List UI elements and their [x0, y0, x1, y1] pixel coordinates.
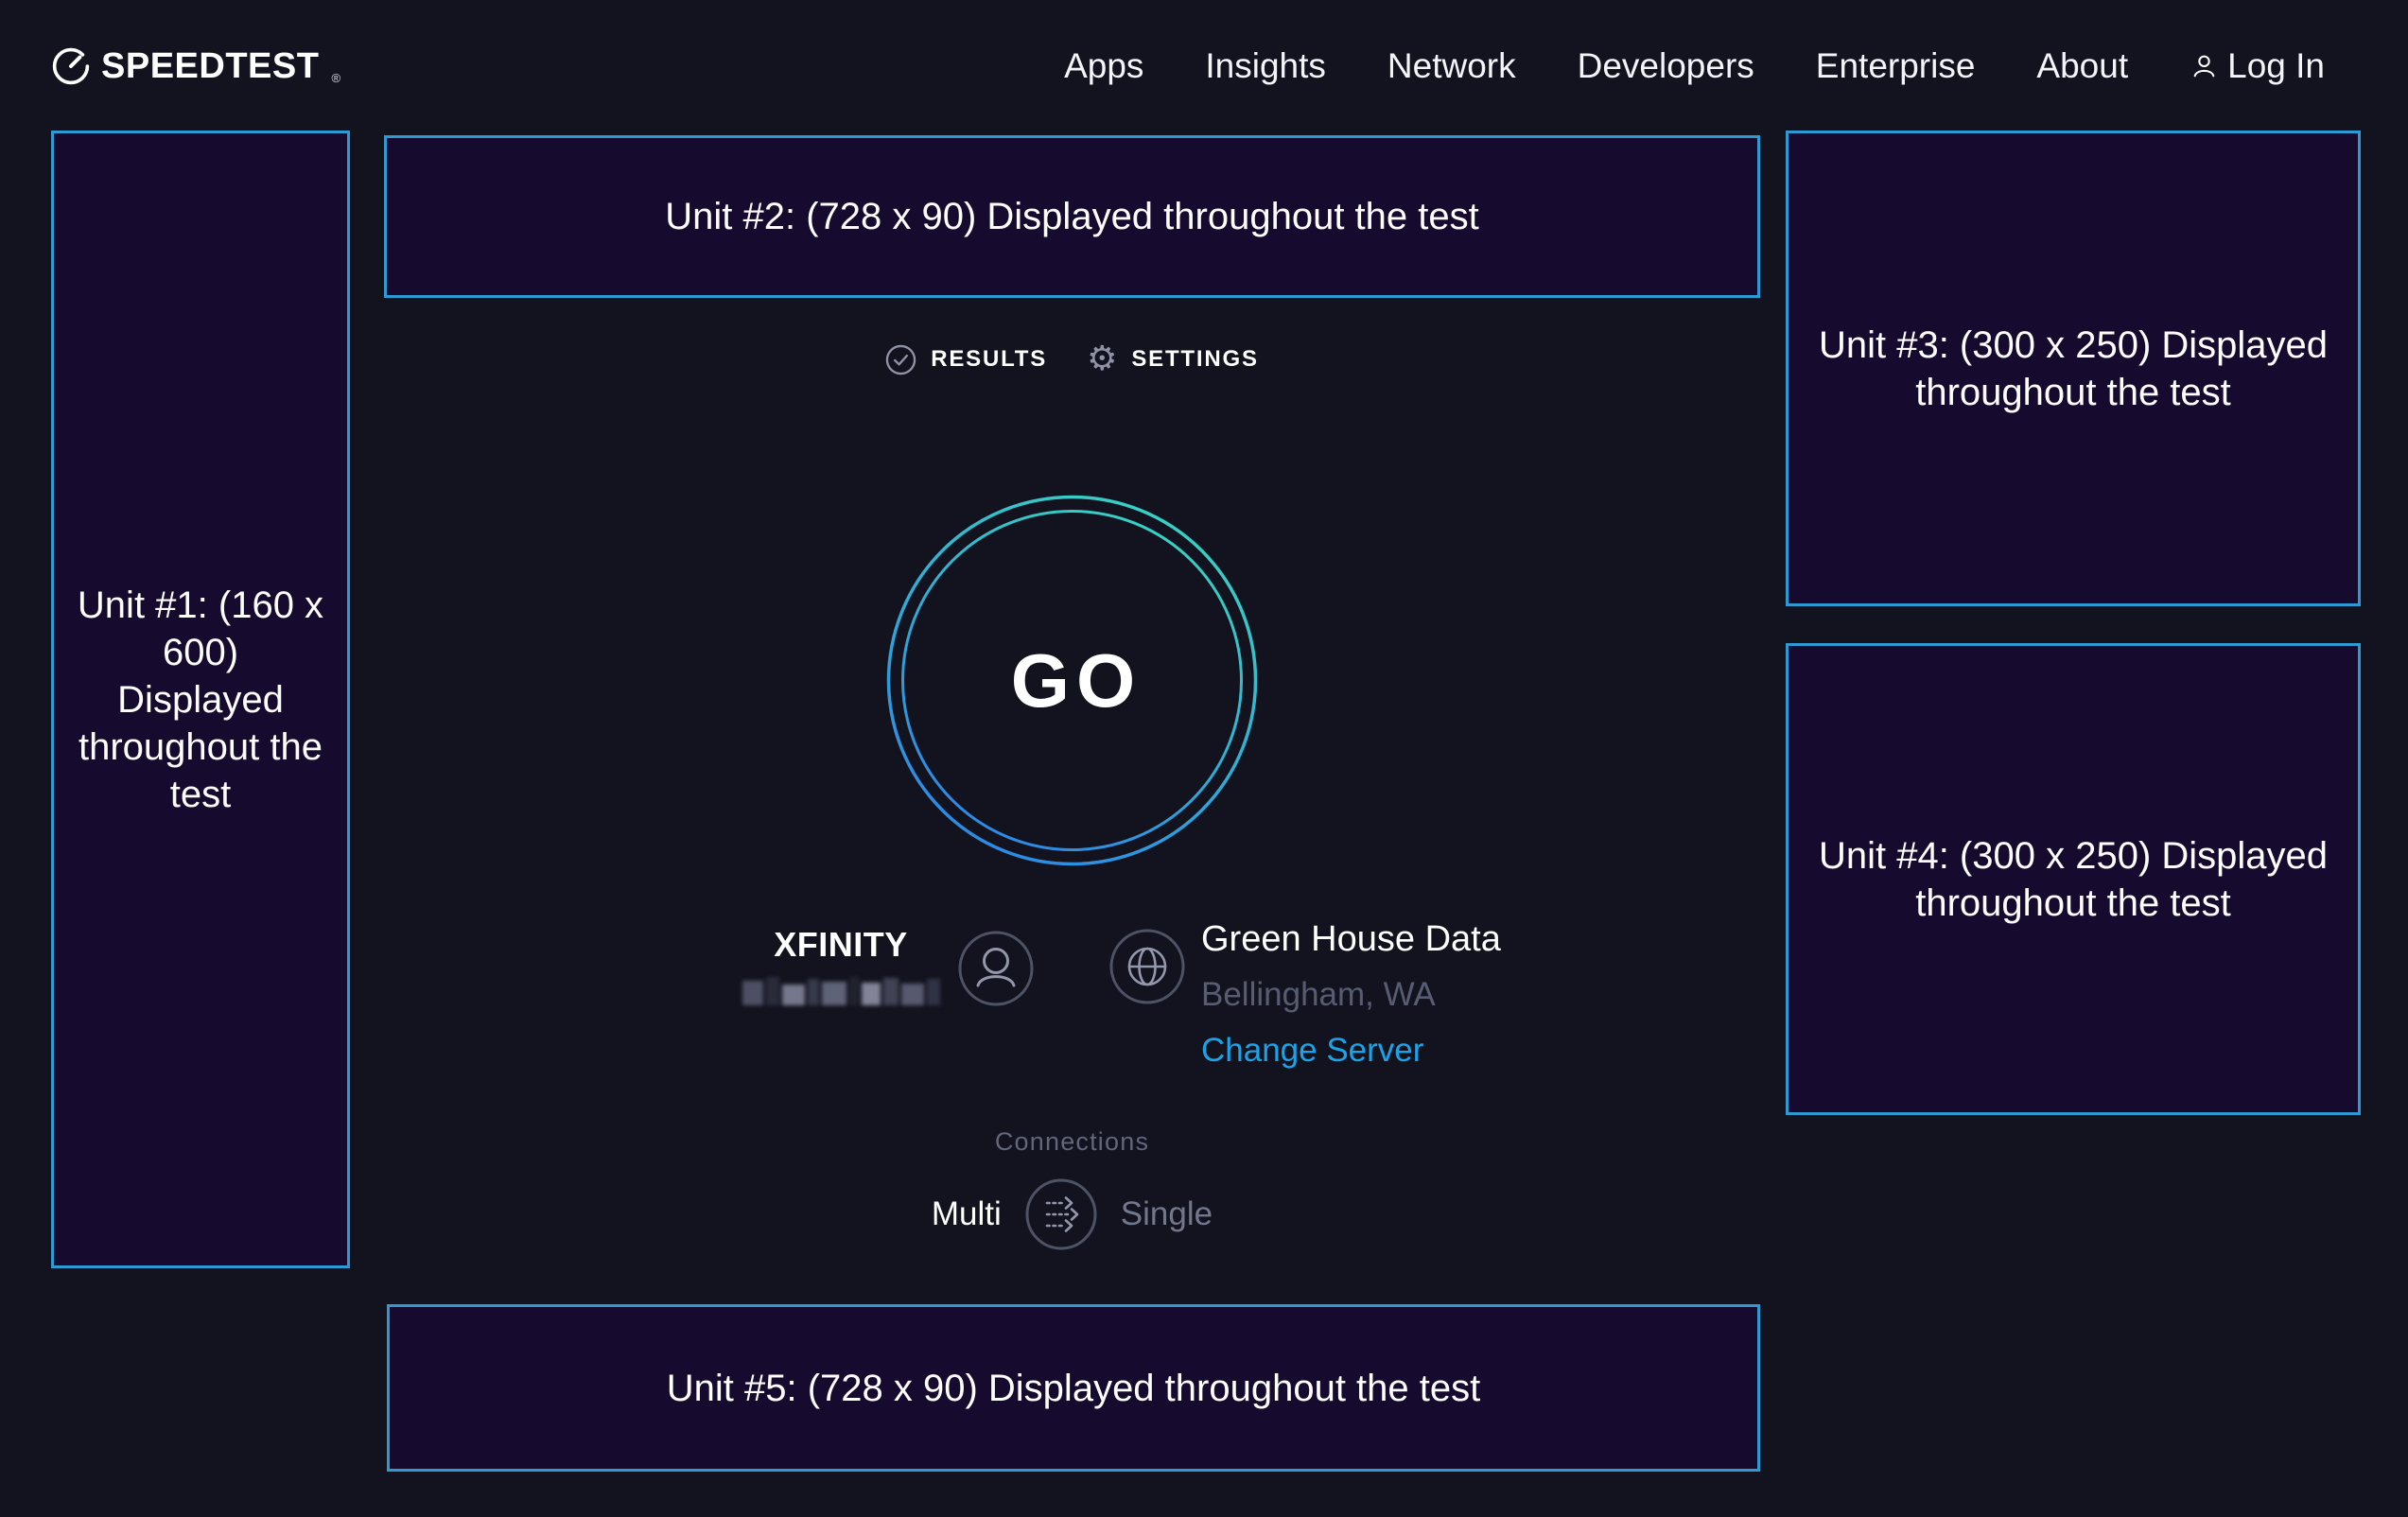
- connection-info-row: XFINITY: [384, 914, 1760, 1103]
- ad-unit-4[interactable]: Unit #4: (300 x 250) Displayed throughou…: [1786, 643, 2361, 1115]
- connections-section: Connections Multi Single: [384, 1127, 1760, 1251]
- logo[interactable]: SPEEDTEST ®: [51, 46, 340, 87]
- logo-text: SPEEDTEST: [101, 46, 319, 87]
- provider-name: XFINITY: [741, 925, 941, 965]
- ad-unit-1-text: Unit #1: (160 x 600) Displayed throughou…: [54, 582, 347, 818]
- main-nav: Apps Insights Network Developers Enterpr…: [1064, 46, 2325, 86]
- ad-unit-5[interactable]: Unit #5: (728 x 90) Displayed throughout…: [387, 1304, 1760, 1472]
- nav-item-enterprise[interactable]: Enterprise: [1816, 46, 1976, 86]
- connections-label: Connections: [384, 1127, 1760, 1157]
- ad-unit-3[interactable]: Unit #3: (300 x 250) Displayed throughou…: [1786, 131, 2361, 606]
- user-icon: [2190, 52, 2219, 81]
- header: SPEEDTEST ® Apps Insights Network Develo…: [51, 0, 2325, 132]
- connections-multi-option[interactable]: Multi: [932, 1195, 1002, 1233]
- provider-ip-redacted: [741, 977, 941, 1005]
- connections-single-option[interactable]: Single: [1121, 1195, 1213, 1233]
- ad-unit-2[interactable]: Unit #2: (728 x 90) Displayed throughout…: [384, 135, 1760, 298]
- check-circle-icon: [885, 344, 916, 375]
- nav-item-apps[interactable]: Apps: [1064, 46, 1143, 86]
- tab-results-label: RESULTS: [931, 346, 1047, 373]
- nav-item-about[interactable]: About: [2036, 46, 2128, 86]
- go-button[interactable]: GO: [882, 491, 1262, 870]
- connections-toggle[interactable]: [1024, 1177, 1098, 1251]
- ad-unit-2-text: Unit #2: (728 x 90) Displayed throughout…: [642, 193, 1502, 240]
- tab-settings[interactable]: ⚙ SETTINGS: [1087, 342, 1259, 376]
- nav-item-insights[interactable]: Insights: [1205, 46, 1326, 86]
- provider-person-icon: [958, 931, 1034, 1006]
- login-label: Log In: [2227, 46, 2325, 86]
- ad-unit-1[interactable]: Unit #1: (160 x 600) Displayed throughou…: [51, 131, 350, 1268]
- view-tabs: RESULTS ⚙ SETTINGS: [384, 337, 1760, 382]
- ad-unit-3-text: Unit #3: (300 x 250) Displayed throughou…: [1789, 322, 2358, 416]
- multi-connection-icon: [1024, 1177, 1098, 1251]
- nav-item-network[interactable]: Network: [1387, 46, 1516, 86]
- server-location: Bellingham, WA: [1201, 976, 1501, 1014]
- speedometer-gauge-icon: [51, 46, 91, 86]
- gear-icon: ⚙: [1087, 342, 1117, 376]
- tab-results[interactable]: RESULTS: [885, 344, 1047, 375]
- connections-row: Multi Single: [932, 1177, 1213, 1251]
- nav-item-developers[interactable]: Developers: [1578, 46, 1754, 86]
- logo-trademark: ®: [331, 71, 340, 85]
- tab-settings-label: SETTINGS: [1131, 346, 1258, 373]
- go-button-label: GO: [882, 491, 1262, 870]
- server-name: Green House Data: [1201, 919, 1501, 960]
- nav-item-login[interactable]: Log In: [2190, 46, 2325, 86]
- speedtest-page: SPEEDTEST ® Apps Insights Network Develo…: [0, 0, 2408, 1517]
- server-block: Green House Data Bellingham, WA Change S…: [1201, 919, 1501, 1070]
- server-globe-icon: [1109, 929, 1185, 1004]
- ad-unit-5-text: Unit #5: (728 x 90) Displayed throughout…: [644, 1365, 1504, 1412]
- change-server-link[interactable]: Change Server: [1201, 1032, 1423, 1070]
- provider-block: XFINITY: [741, 925, 941, 1005]
- ad-unit-4-text: Unit #4: (300 x 250) Displayed throughou…: [1789, 832, 2358, 927]
